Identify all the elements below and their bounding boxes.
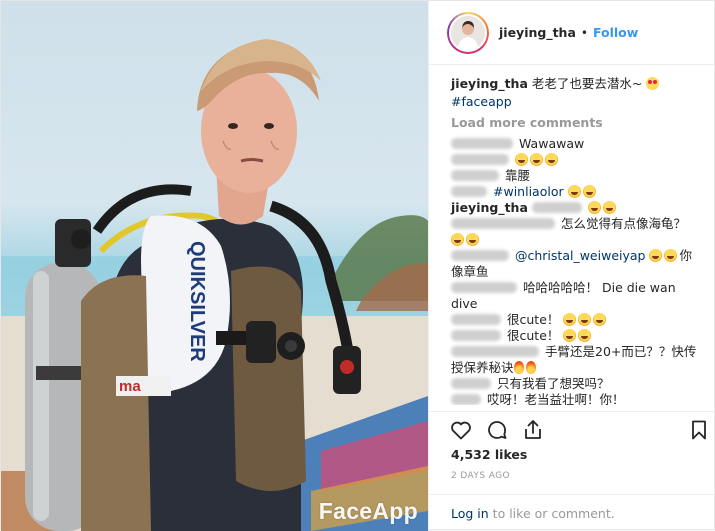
laughing-emoji-icon xyxy=(530,153,543,166)
caption-hashtag[interactable]: #faceapp xyxy=(451,94,512,109)
comment-item: 怎么觉得有点像海龟？ xyxy=(451,216,703,248)
comment-text: 怎么觉得有点像海龟？ xyxy=(561,216,687,231)
laughing-emoji-icon xyxy=(593,313,607,326)
likes-count[interactable]: 4,532 likes xyxy=(451,447,527,462)
post-side-panel: jieying_tha • Follow jieying_tha 老老了也要去潜… xyxy=(428,1,715,531)
blurred-username xyxy=(451,218,555,229)
bookmark-icon[interactable] xyxy=(687,418,711,442)
header-separator: • xyxy=(580,25,588,40)
comment-item: 很cute！ xyxy=(451,328,703,344)
blurred-username xyxy=(451,186,487,197)
blurred-username xyxy=(451,330,501,341)
faceapp-watermark: FaceApp xyxy=(318,498,418,524)
laughing-emoji-icon xyxy=(578,329,592,342)
instagram-post: QUIKSILVER ma FaceApp jieying_tha • Foll… xyxy=(0,0,715,531)
comment-mention[interactable]: @christal_weiweiyap xyxy=(515,248,645,263)
blurred-username xyxy=(451,154,509,165)
laughing-emoji-icon xyxy=(563,313,577,326)
caption-text: 老老了也要去潜水~ xyxy=(527,76,647,91)
laughing-emoji-icon xyxy=(587,201,601,214)
laughing-emoji-icon xyxy=(515,153,528,166)
comment-item: Wawawaw xyxy=(451,136,703,152)
login-prompt: Log in to like or comment. xyxy=(429,494,715,531)
share-icon[interactable] xyxy=(521,418,545,442)
blurred-mention xyxy=(531,202,582,213)
caption-username[interactable]: jieying_tha xyxy=(451,76,528,91)
header-username[interactable]: jieying_tha xyxy=(499,25,576,40)
comment-item: jieying_tha xyxy=(451,200,703,216)
laughing-emoji-icon xyxy=(602,201,616,214)
laughing-emoji-icon xyxy=(649,249,663,262)
comment-text: Wawawaw xyxy=(519,136,585,151)
laughing-emoji-icon xyxy=(563,329,577,342)
svg-text:ma: ma xyxy=(119,378,141,395)
comment-item xyxy=(451,152,703,168)
caption: jieying_tha 老老了也要去潜水~ #faceapp xyxy=(451,75,703,111)
post-photo[interactable]: QUIKSILVER ma FaceApp xyxy=(1,1,428,531)
avatar[interactable] xyxy=(449,13,487,52)
laughing-emoji-icon xyxy=(451,233,464,246)
profile-photo-icon xyxy=(451,15,485,50)
heart-icon[interactable] xyxy=(449,418,473,442)
story-ring[interactable] xyxy=(447,11,489,54)
comment-item: 哈哈哈哈哈！ Die die wan dive xyxy=(451,280,703,312)
blurred-username xyxy=(451,378,491,389)
blurred-username xyxy=(451,314,501,325)
comment-text: 很cute！ xyxy=(507,312,560,327)
laughing-emoji-icon xyxy=(466,233,479,246)
login-prompt-text: to like or comment. xyxy=(488,506,615,521)
comment-item: @christal_weiweiyap 你像章鱼 xyxy=(451,248,703,280)
comment-text: 只有我看了想哭吗？ xyxy=(497,376,610,391)
comment-item: #winliaolor xyxy=(451,184,703,200)
action-bar xyxy=(429,411,715,447)
heart-eyes-emoji-icon xyxy=(646,77,660,90)
comment-text: 很cute！ xyxy=(507,328,560,343)
comment-text: 靠腰 xyxy=(505,168,531,183)
diver-illustration: QUIKSILVER ma xyxy=(1,39,428,531)
post-header: jieying_tha • Follow xyxy=(429,1,715,65)
login-link[interactable]: Log in xyxy=(451,506,489,521)
blurred-username xyxy=(451,170,499,181)
comment-hashtag[interactable]: #winliaolor xyxy=(493,184,564,199)
blurred-username xyxy=(451,346,539,357)
post-timestamp[interactable]: 2 DAYS AGO xyxy=(451,471,510,481)
comment-item: 靠腰 xyxy=(451,168,703,184)
fire-emoji-icon xyxy=(525,361,536,374)
laughing-emoji-icon xyxy=(578,313,592,326)
laughing-emoji-icon xyxy=(664,249,678,262)
blurred-username xyxy=(451,138,513,149)
comment-text: 哎呀！老当益壮啊！你！ xyxy=(487,392,625,405)
blurred-username xyxy=(451,282,517,293)
comment-item: 很cute！ xyxy=(451,312,703,328)
load-more-comments-button[interactable]: Load more comments xyxy=(451,115,703,130)
follow-button[interactable]: Follow xyxy=(593,25,638,40)
laughing-emoji-icon xyxy=(545,153,558,166)
comment-icon[interactable] xyxy=(485,418,509,442)
laughing-emoji-icon xyxy=(582,185,596,198)
comments-list[interactable]: jieying_tha 老老了也要去潜水~ #faceapp Load more… xyxy=(429,75,715,405)
comment-item: 手臂还是20+而已？？快传授保养秘诀 xyxy=(451,344,703,376)
fire-emoji-icon xyxy=(513,361,524,374)
blurred-username xyxy=(451,394,481,405)
comment-item: 只有我看了想哭吗？ xyxy=(451,376,703,392)
blurred-username xyxy=(451,250,509,261)
svg-text:QUIKSILVER: QUIKSILVER xyxy=(186,241,208,362)
comment-username[interactable]: jieying_tha xyxy=(451,200,528,215)
laughing-emoji-icon xyxy=(567,185,581,198)
comment-item: 哎呀！老当益壮啊！你！ xyxy=(451,392,703,405)
